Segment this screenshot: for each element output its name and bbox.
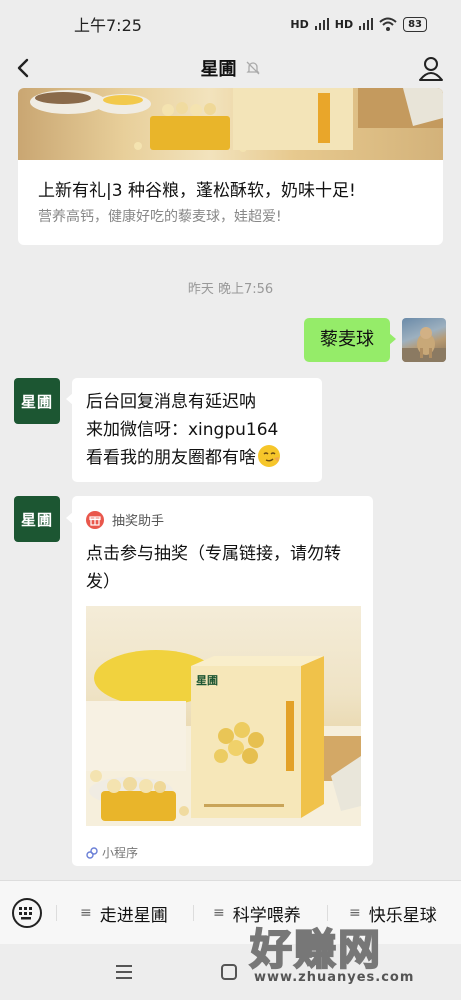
menu-divider xyxy=(56,905,57,921)
profile-icon[interactable] xyxy=(417,54,445,82)
signal-bars-icon-2 xyxy=(359,18,374,30)
product-box-illustration xyxy=(86,650,361,826)
message-timestamp: 昨天 晚上7:56 xyxy=(187,282,274,297)
product-photo-illustration xyxy=(30,88,443,152)
menu-list-icon: ≡ xyxy=(213,905,225,921)
bot-message-line-2: 来加微信呀：xingpu164 xyxy=(86,420,279,440)
status-icons: HD HD 83 xyxy=(290,16,427,32)
mini-program-cover-image: 星圃 xyxy=(86,606,361,826)
watermark-logo: 好赚网 www.zhuanyes.com xyxy=(249,916,450,996)
menu-item-zoujin[interactable]: ≡ 走进星圃 xyxy=(80,881,168,945)
bot-message-bubble[interactable]: 后台回复消息有延迟呐 来加微信呀：xingpu164 看看我的朋友圈都有啥 xyxy=(66,378,322,482)
keyboard-toggle-icon[interactable] xyxy=(12,898,42,928)
mute-bell-icon xyxy=(245,61,260,75)
mini-program-description: 点击参与抽奖（专属链接，请勿转发） xyxy=(86,544,341,592)
watermark-url: www.zhuanyes.com xyxy=(254,970,415,985)
bot-message-line-3: 看看我的朋友圈都有啥 xyxy=(86,448,256,468)
my-avatar[interactable] xyxy=(402,318,446,362)
menu-list-icon: ≡ xyxy=(80,905,92,921)
signal-icon-2: HD xyxy=(334,17,354,31)
status-time: 上午7:25 xyxy=(74,16,142,35)
article-title: 上新有礼|3 种谷粮，蓬松酥软，奶味十足! xyxy=(38,181,356,201)
wifi-icon xyxy=(379,17,397,31)
chat-title: 星圃 xyxy=(200,59,237,80)
article-card[interactable]: 上新有礼|3 种谷粮，蓬松酥软，奶味十足! 营养高钙，健康好吃的藜麦球，娃超爱! xyxy=(18,88,443,245)
my-message-bubble[interactable]: 藜麦球 xyxy=(304,318,396,362)
recent-apps-icon[interactable] xyxy=(115,964,133,980)
chat-header: 星圃 xyxy=(0,48,461,88)
sly-face-emoji-icon xyxy=(258,445,280,467)
mini-program-footer-label: 小程序 xyxy=(102,846,139,860)
gift-icon xyxy=(86,510,104,529)
mini-program-link-icon xyxy=(86,846,98,859)
watermark-title: 好赚网 xyxy=(249,924,383,975)
menu-divider xyxy=(193,905,194,921)
article-subtitle: 营养高钙，健康好吃的藜麦球，娃超爱! xyxy=(38,209,282,225)
status-bar: 上午7:25 HD HD 83 xyxy=(0,0,461,48)
article-cover-image xyxy=(18,88,443,160)
mini-program-source: 抽奖助手 xyxy=(86,510,164,529)
product-brand-label: 星圃 xyxy=(196,674,218,687)
back-arrow-icon[interactable] xyxy=(10,54,38,82)
signal-icon-1: HD xyxy=(290,17,309,31)
bot-message-line-1: 后台回复消息有延迟呐 xyxy=(86,392,256,412)
dog-photo-illustration xyxy=(402,327,446,362)
menu-item-label: 走进星圃 xyxy=(99,905,168,926)
bot-avatar-2[interactable]: 星圃 xyxy=(14,496,60,542)
mini-program-footer: 小程序 xyxy=(86,844,138,861)
signal-bars-icon xyxy=(314,18,329,30)
home-icon[interactable] xyxy=(220,963,238,981)
battery-indicator: 83 xyxy=(403,16,427,32)
mini-program-source-name: 抽奖助手 xyxy=(112,514,165,529)
bot-avatar[interactable]: 星圃 xyxy=(14,378,60,424)
mini-program-card[interactable]: 抽奖助手 点击参与抽奖（专属链接，请勿转发） 星圃 小程序 xyxy=(66,496,373,866)
